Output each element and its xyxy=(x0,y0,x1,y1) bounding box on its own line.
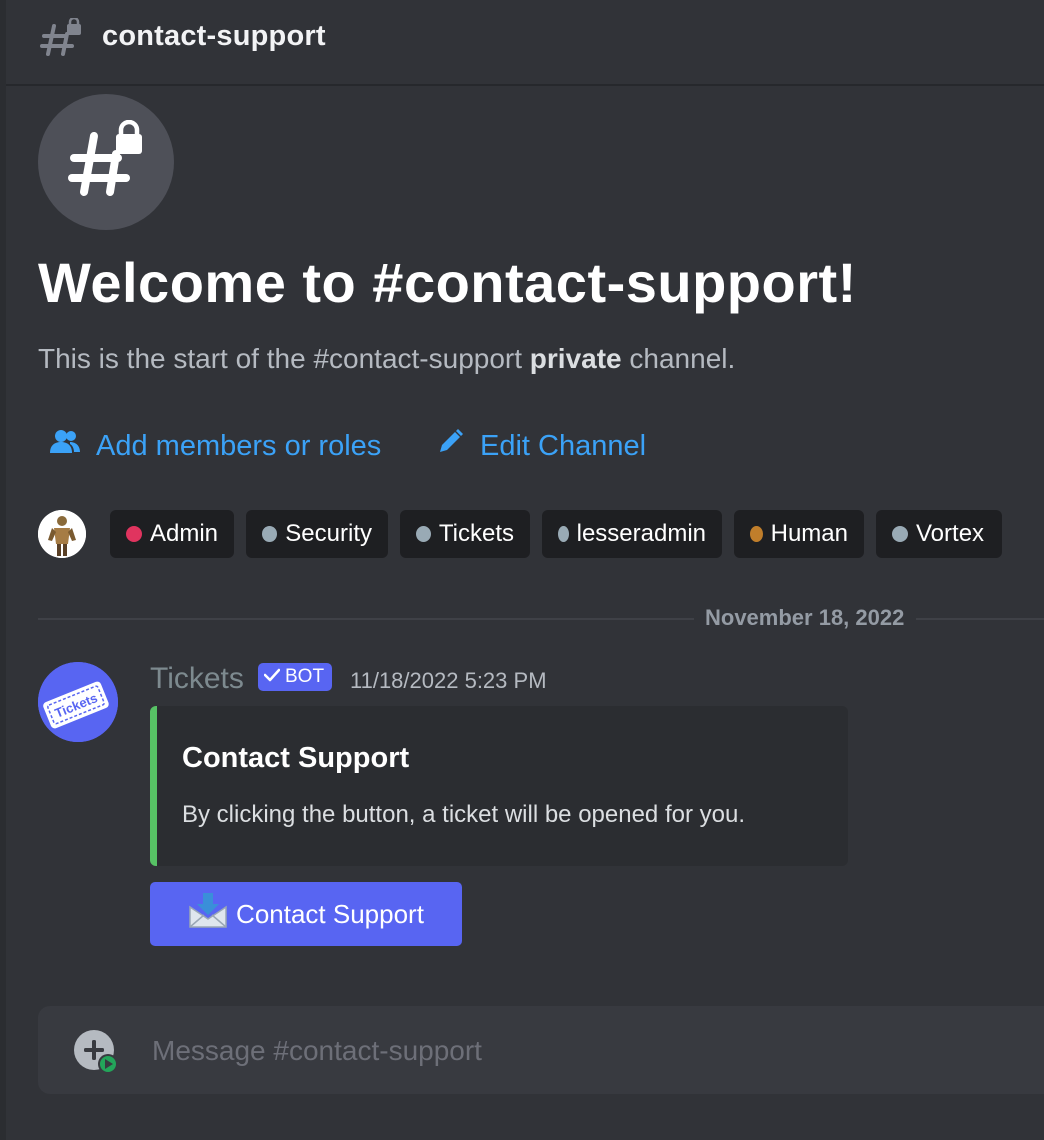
date-divider-line-right xyxy=(916,618,1044,620)
role-color-dot xyxy=(126,526,142,542)
add-attachment-icon[interactable] xyxy=(74,1030,122,1078)
role-pill-security[interactable]: Security xyxy=(246,510,388,558)
private-hashtag-icon xyxy=(40,16,84,58)
checkmark-icon xyxy=(263,666,285,688)
role-color-dot xyxy=(558,526,569,542)
welcome-subtitle-bold: private xyxy=(529,343,622,374)
add-members-label: Add members or roles xyxy=(96,429,382,462)
bot-avatar[interactable]: Tickets xyxy=(38,662,118,742)
bot-badge-label: BOT xyxy=(285,666,325,687)
message-author[interactable]: Tickets xyxy=(150,662,244,696)
message-embed: Contact Support By clicking the button, … xyxy=(150,706,848,866)
edit-channel-label: Edit Channel xyxy=(480,429,647,462)
left-edge-strip xyxy=(0,0,6,1140)
welcome-subtitle: This is the start of the #contact-suppor… xyxy=(38,343,735,375)
embed-description: By clicking the button, a ticket will be… xyxy=(182,801,745,828)
embed-title: Contact Support xyxy=(182,742,410,774)
role-color-dot xyxy=(750,526,763,542)
add-members-button[interactable]: Add members or roles xyxy=(50,424,381,468)
role-label: Vortex xyxy=(916,520,985,547)
welcome-subtitle-suffix: channel. xyxy=(629,343,736,374)
bot-badge: BOT xyxy=(258,663,333,691)
role-pill-vortex[interactable]: Vortex xyxy=(876,510,1002,558)
welcome-subtitle-prefix: This is the start of the #contact-suppor… xyxy=(38,343,523,374)
role-label: Tickets xyxy=(438,520,514,547)
members-icon xyxy=(50,429,96,463)
role-label: Security xyxy=(285,520,372,547)
message-input[interactable] xyxy=(150,1028,1014,1074)
role-pill-tickets[interactable]: Tickets xyxy=(400,510,530,558)
role-color-dot xyxy=(262,526,278,542)
member-avatar[interactable] xyxy=(38,510,86,558)
channel-title: contact-support xyxy=(102,20,326,52)
edit-channel-button[interactable]: Edit Channel xyxy=(436,424,646,468)
pencil-icon xyxy=(436,428,480,464)
role-color-dot xyxy=(416,526,431,542)
inbox-tray-icon xyxy=(188,892,236,936)
role-pill-admin[interactable]: Admin xyxy=(110,510,234,558)
role-pill-lesseradmin[interactable]: lesseradmin xyxy=(542,510,722,558)
role-pill-human[interactable]: Human xyxy=(734,510,864,558)
role-label: lesseradmin xyxy=(576,520,706,547)
channel-avatar xyxy=(38,94,174,230)
date-divider: November 18, 2022 xyxy=(705,605,905,630)
contact-support-button-label: Contact Support xyxy=(236,898,424,929)
role-color-dot xyxy=(892,526,908,542)
role-label: Admin xyxy=(149,520,218,547)
date-divider-line-left xyxy=(38,618,694,620)
welcome-title: Welcome to #contact-support! xyxy=(38,251,857,314)
message-composer xyxy=(38,1006,1044,1094)
message-timestamp: 11/18/2022 5:23 PM xyxy=(350,668,547,693)
contact-support-button[interactable]: Contact Support xyxy=(150,882,462,946)
channel-header: contact-support xyxy=(6,0,1044,86)
role-label: Human xyxy=(770,520,848,547)
